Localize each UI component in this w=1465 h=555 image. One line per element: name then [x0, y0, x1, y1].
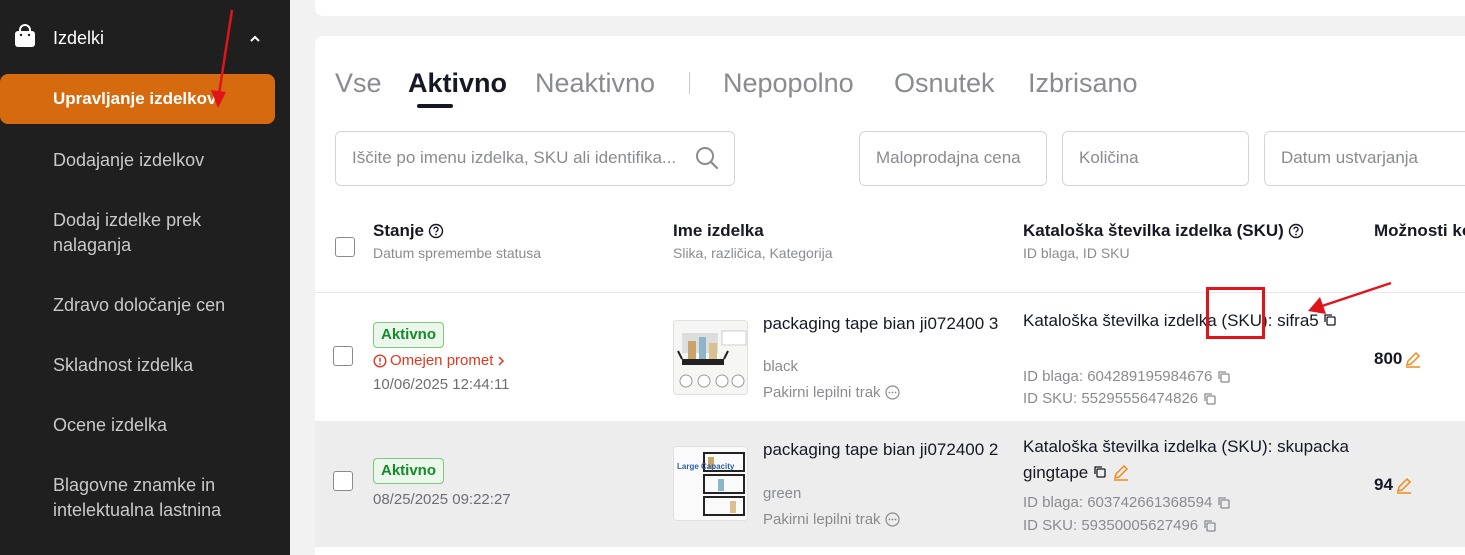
- sidebar-item-bulk-upload[interactable]: Dodaj izdelke prek nalaganja: [0, 208, 290, 258]
- edit-icon[interactable]: [1404, 350, 1422, 368]
- help-icon[interactable]: [1288, 223, 1304, 239]
- select-all-checkbox[interactable]: [335, 237, 355, 257]
- product-category-label: Pakirni lepilni trak: [763, 384, 881, 401]
- header-product-name: Ime izdelka Slika, različica, Kategorija: [673, 221, 833, 261]
- quantity-placeholder: Količina: [1079, 148, 1139, 167]
- sidebar-item-brands[interactable]: Blagovne znamke in intelektualna lastnin…: [0, 473, 290, 523]
- header-separator: [315, 292, 1465, 293]
- goods-id: ID blaga: 603742661368594: [1023, 494, 1231, 511]
- tab-draft[interactable]: Osnutek: [894, 68, 995, 99]
- help-icon[interactable]: [428, 223, 444, 239]
- copy-icon[interactable]: [1093, 465, 1107, 479]
- sidebar: Izdelki Upravljanje izdelkov Dodajanje i…: [0, 0, 290, 555]
- sidebar-section-label: Izdelki: [53, 28, 105, 48]
- retail-price-placeholder: Maloprodajna cena: [876, 148, 1021, 167]
- creation-date-filter[interactable]: Datum ustvarjanja: [1264, 131, 1465, 186]
- sidebar-item-product-management[interactable]: Upravljanje izdelkov: [0, 74, 275, 124]
- search-icon[interactable]: [694, 145, 720, 171]
- sidebar-item-add-products[interactable]: Dodajanje izdelkov: [0, 148, 290, 173]
- limited-traffic-link[interactable]: Omejen promet: [373, 352, 506, 369]
- warning-text: Omejen promet: [390, 352, 494, 369]
- quantity-cell: 800: [1374, 349, 1422, 369]
- creation-date-placeholder: Datum ustvarjanja: [1281, 148, 1419, 167]
- search-placeholder: Iščite po imenu izdelka, SKU ali identif…: [352, 148, 677, 167]
- shelf-image: [674, 321, 747, 394]
- tab-inactive[interactable]: Neaktivno: [535, 68, 655, 99]
- sidebar-item-compliance[interactable]: Skladnost izdelka: [0, 353, 290, 378]
- edit-icon[interactable]: [1112, 463, 1130, 481]
- chevron-right-icon: [498, 355, 505, 366]
- status-badge: Aktivno: [373, 458, 445, 484]
- copy-icon[interactable]: [1203, 519, 1217, 533]
- active-tab-indicator: [417, 104, 453, 108]
- tab-divider: [689, 72, 690, 94]
- header-sku-title: Kataloška številka izdelka (SKU): [1023, 221, 1284, 240]
- status-date: 08/25/2025 09:22:27: [373, 491, 511, 508]
- sidebar-item-reviews[interactable]: Ocene izdelka: [0, 413, 290, 438]
- thumbnail-caption: Large Capacity: [677, 462, 735, 471]
- annotation-highlight-box: [1206, 287, 1265, 339]
- row-checkbox[interactable]: [333, 471, 353, 491]
- sku-text: Kataloška številka izdelka (SKU): skupac…: [1023, 437, 1349, 482]
- product-category: Pakirni lepilni trak: [763, 384, 900, 401]
- header-options: Možnosti ko: [1374, 221, 1465, 241]
- copy-icon[interactable]: [1203, 392, 1217, 406]
- row-checkbox[interactable]: [333, 346, 353, 366]
- sidebar-section-products[interactable]: Izdelki: [0, 14, 290, 62]
- quantity-value: 800: [1374, 349, 1403, 368]
- sku-cell: Kataloška številka izdelka (SKU): sifra5: [1023, 308, 1353, 334]
- shelf-image: Large Capacity: [674, 447, 747, 520]
- product-category: Pakirni lepilni trak: [763, 511, 900, 528]
- product-category-label: Pakirni lepilni trak: [763, 511, 881, 528]
- goods-id: ID blaga: 604289195984676: [1023, 368, 1231, 385]
- more-icon[interactable]: [884, 512, 900, 527]
- status-badge: Aktivno: [373, 322, 445, 348]
- sku-id: ID SKU: 59350005627496: [1023, 517, 1217, 534]
- goods-id-text: ID blaga: 604289195984676: [1023, 368, 1213, 385]
- header-sku: Kataloška številka izdelka (SKU) ID blag…: [1023, 221, 1304, 261]
- copy-icon[interactable]: [1217, 370, 1231, 384]
- shopping-bag-icon: [15, 24, 35, 47]
- tab-active[interactable]: Aktivno: [408, 68, 507, 99]
- tab-incomplete[interactable]: Nepopolno: [723, 68, 854, 99]
- sku-id-text: ID SKU: 59350005627496: [1023, 517, 1199, 534]
- quantity-value: 94: [1374, 475, 1393, 494]
- product-name[interactable]: packaging tape bian ji072400 3: [763, 313, 1003, 335]
- product-variant: black: [763, 358, 799, 375]
- header-sku-sub: ID blaga, ID SKU: [1023, 245, 1130, 261]
- header-status: Stanje Datum spremembe statusa: [373, 221, 541, 261]
- product-thumbnail[interactable]: Large Capacity: [673, 446, 748, 521]
- copy-icon[interactable]: [1217, 496, 1231, 510]
- edit-icon[interactable]: [1395, 476, 1413, 494]
- header-product-name-title: Ime izdelka: [673, 221, 764, 240]
- warning-icon: [373, 353, 387, 368]
- goods-id-text: ID blaga: 603742661368594: [1023, 494, 1213, 511]
- product-list-card: Vse Aktivno Neaktivno Nepopolno Osnutek …: [315, 36, 1465, 555]
- sku-cell: Kataloška številka izdelka (SKU): skupac…: [1023, 434, 1363, 486]
- sidebar-item-pricing[interactable]: Zdravo določanje cen: [0, 293, 290, 318]
- status-date: 10/06/2025 12:44:11: [373, 376, 510, 393]
- search-input[interactable]: Iščite po imenu izdelka, SKU ali identif…: [335, 131, 735, 186]
- more-icon[interactable]: [884, 385, 900, 400]
- sku-id: ID SKU: 55295556474826: [1023, 390, 1217, 407]
- product-name[interactable]: packaging tape bian ji072400 2: [763, 439, 1003, 461]
- sku-text: Kataloška številka izdelka (SKU): sifra5: [1023, 311, 1319, 330]
- tab-deleted[interactable]: Izbrisano: [1028, 68, 1138, 99]
- top-card: [315, 0, 1465, 16]
- header-options-title: Možnosti ko: [1374, 221, 1465, 240]
- header-status-title: Stanje: [373, 221, 425, 240]
- retail-price-filter[interactable]: Maloprodajna cena: [859, 131, 1047, 186]
- quantity-cell: 94: [1374, 475, 1413, 495]
- header-product-name-sub: Slika, različica, Kategorija: [673, 245, 833, 261]
- product-variant: green: [763, 485, 802, 502]
- header-status-sub: Datum spremembe statusa: [373, 245, 542, 261]
- chevron-up-icon[interactable]: [247, 31, 263, 47]
- quantity-filter[interactable]: Količina: [1062, 131, 1249, 186]
- tab-all[interactable]: Vse: [335, 68, 382, 99]
- product-thumbnail[interactable]: [673, 320, 748, 395]
- sku-id-text: ID SKU: 55295556474826: [1023, 390, 1199, 407]
- copy-icon[interactable]: [1323, 313, 1337, 327]
